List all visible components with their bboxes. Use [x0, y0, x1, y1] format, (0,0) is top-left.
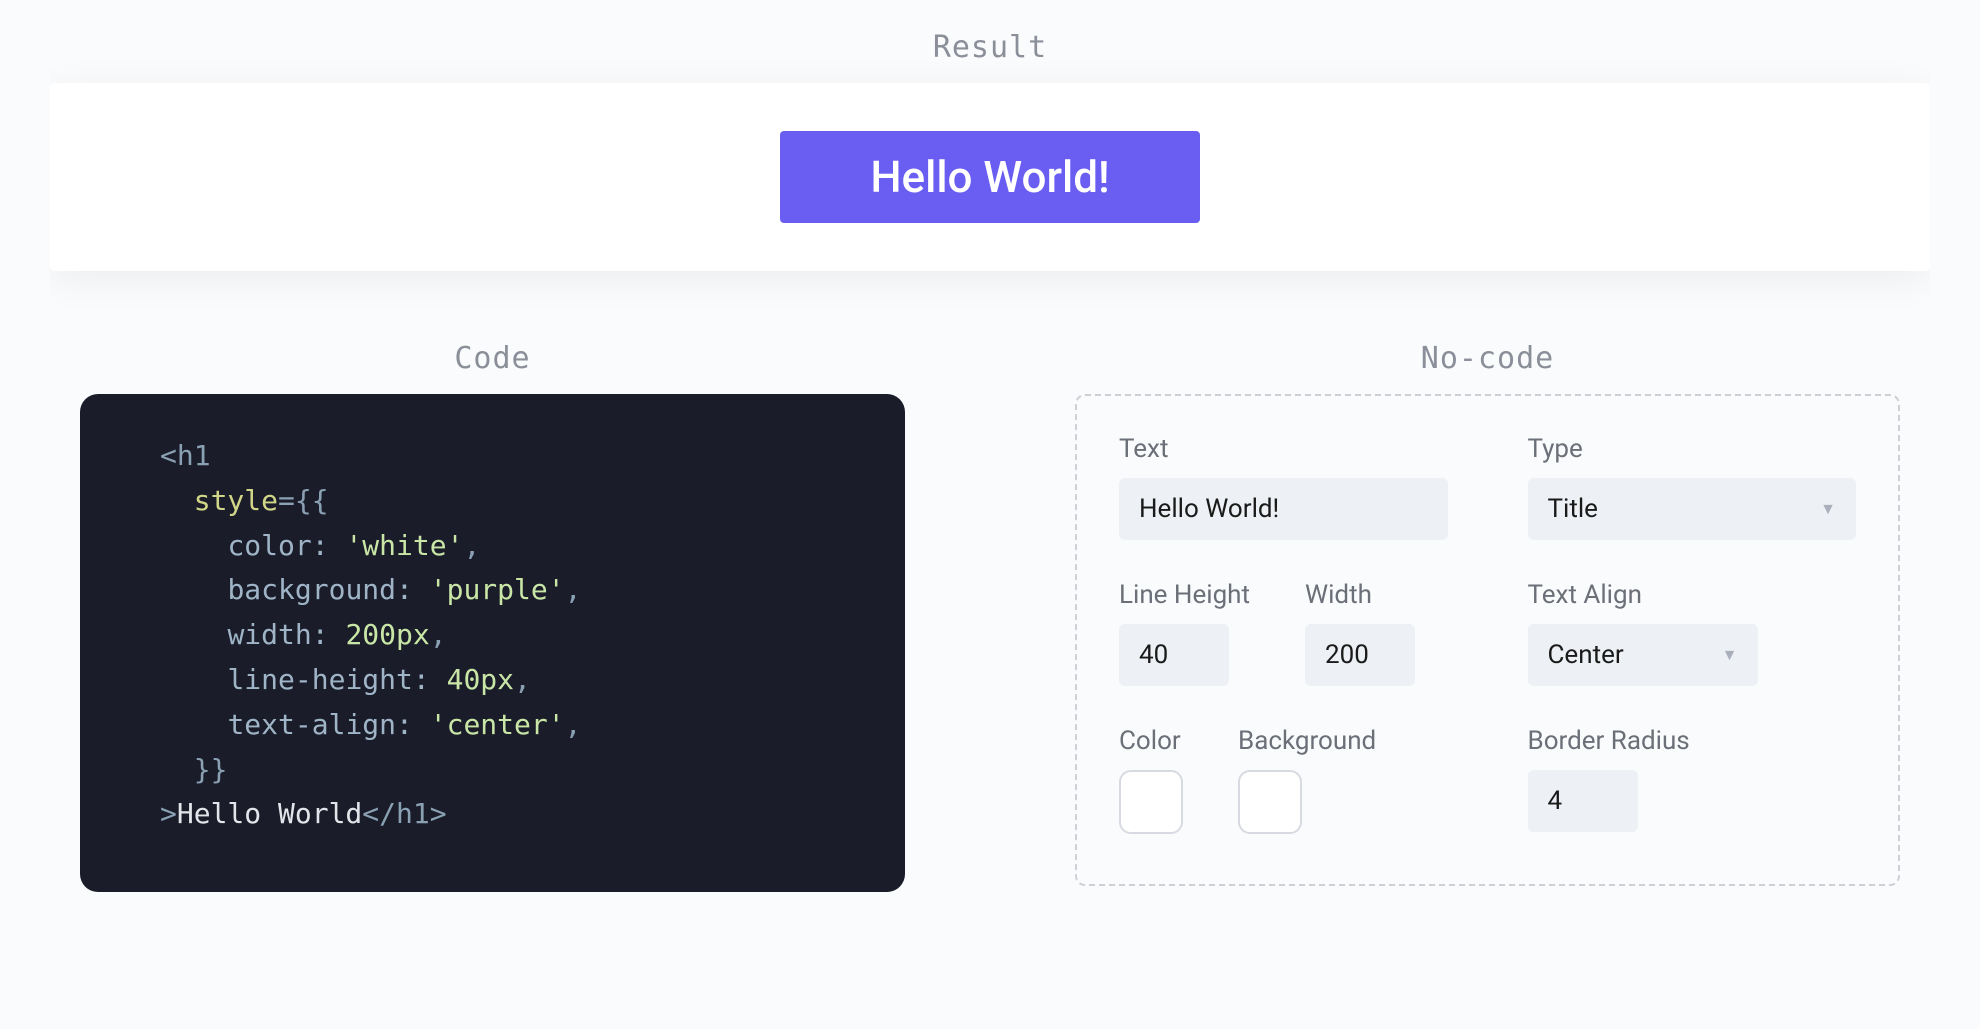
preview-heading: Hello World! [780, 131, 1199, 223]
columns: Code <h1 style={{ color: 'white', backgr… [50, 341, 1930, 892]
field-border-radius: Border Radius [1528, 726, 1857, 834]
text-input[interactable] [1119, 478, 1448, 540]
nocode-section-label: No-code [1075, 341, 1900, 376]
code-token: 'purple' [430, 573, 565, 606]
field-color: Color [1119, 726, 1183, 834]
code-token: Hello World [177, 797, 362, 830]
field-text-align: Text Align Center ▼ [1528, 580, 1857, 686]
code-token: ={{ [278, 484, 329, 517]
code-column: Code <h1 style={{ color: 'white', backgr… [80, 341, 905, 892]
text-align-label: Text Align [1528, 580, 1857, 610]
background-swatch[interactable] [1238, 770, 1302, 834]
text-label: Text [1119, 434, 1448, 464]
code-token: </h1> [362, 797, 446, 830]
code-token: , [565, 708, 582, 741]
field-color-bg: Color Background [1119, 726, 1448, 834]
code-token: color: [227, 529, 328, 562]
color-swatch[interactable] [1119, 770, 1183, 834]
field-lineheight-width: Line Height Width [1119, 580, 1448, 686]
app-frame: Result Hello World! Code <h1 style={{ co… [50, 30, 1930, 892]
code-token: text-align: [227, 708, 412, 741]
code-token: > [160, 797, 177, 830]
text-align-select[interactable]: Center ▼ [1528, 624, 1758, 686]
code-token: , [463, 529, 480, 562]
code-section-label: Code [80, 341, 905, 376]
field-text: Text [1119, 434, 1448, 540]
code-token: , [430, 618, 447, 651]
type-select-value: Title [1548, 494, 1598, 524]
type-label: Type [1528, 434, 1857, 464]
color-label: Color [1119, 726, 1183, 756]
background-label: Background [1238, 726, 1376, 756]
width-label: Width [1305, 580, 1415, 610]
field-width: Width [1305, 580, 1415, 686]
result-section-label: Result [50, 30, 1930, 65]
text-align-select-value: Center [1548, 640, 1624, 670]
nocode-column: No-code Text Type Title ▼ [1075, 341, 1900, 892]
code-token: }} [194, 753, 228, 786]
code-token: , [514, 663, 531, 696]
type-select[interactable]: Title ▼ [1528, 478, 1857, 540]
border-radius-input[interactable] [1528, 770, 1638, 832]
field-line-height: Line Height [1119, 580, 1250, 686]
code-editor[interactable]: <h1 style={{ color: 'white', background:… [80, 394, 905, 892]
line-height-input[interactable] [1119, 624, 1229, 686]
line-height-label: Line Height [1119, 580, 1250, 610]
chevron-down-icon: ▼ [1722, 645, 1738, 665]
code-token: , [565, 573, 582, 606]
result-preview: Hello World! [50, 83, 1930, 271]
code-token: 'center' [430, 708, 565, 741]
code-token: line-height: [227, 663, 429, 696]
code-token: 'white' [345, 529, 463, 562]
code-token: 200px [345, 618, 429, 651]
chevron-down-icon: ▼ [1820, 499, 1836, 519]
code-token: 40px [447, 663, 514, 696]
field-background: Background [1238, 726, 1376, 834]
code-token: style [194, 484, 278, 517]
code-token: background: [227, 573, 412, 606]
nocode-panel: Text Type Title ▼ Line Height [1075, 394, 1900, 886]
field-type: Type Title ▼ [1528, 434, 1857, 540]
width-input[interactable] [1305, 624, 1415, 686]
border-radius-label: Border Radius [1528, 726, 1857, 756]
code-token: <h1 [160, 439, 211, 472]
code-token: width: [227, 618, 328, 651]
